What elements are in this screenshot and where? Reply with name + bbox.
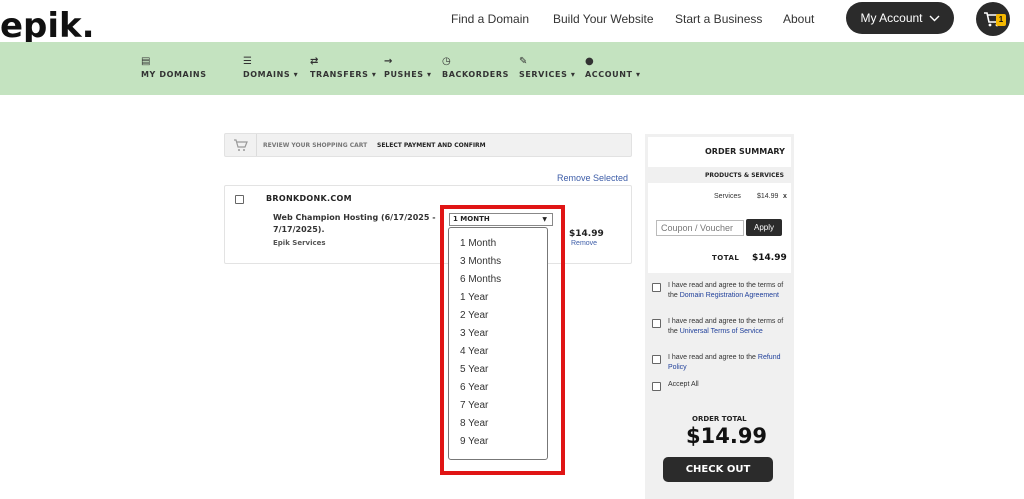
agree-refund-policy-text: I have read and agree to the Refund Poli… bbox=[668, 353, 784, 373]
domain-registration-agreement-link[interactable]: Domain Registration Agreement bbox=[680, 292, 779, 299]
cart-count-badge: 1 bbox=[996, 14, 1006, 26]
summary-line-remove[interactable]: x bbox=[783, 193, 787, 200]
product-category: Epik Services bbox=[273, 239, 326, 247]
nav-start-business[interactable]: Start a Business bbox=[675, 12, 762, 26]
nav-services[interactable]: ✎ SERVICES ▾ bbox=[519, 56, 575, 79]
total-value: $14.99 bbox=[752, 253, 787, 263]
breadcrumb-separator bbox=[256, 134, 257, 156]
my-account-button[interactable]: My Account bbox=[846, 2, 954, 34]
summary-line-price: $14.99 bbox=[757, 193, 779, 200]
agree-terms-of-service-checkbox[interactable] bbox=[652, 319, 661, 328]
nav-transfers[interactable]: ⇄ TRANSFERS ▾ bbox=[310, 56, 377, 79]
checkout-breadcrumb: REVIEW YOUR SHOPPING CART SELECT PAYMENT… bbox=[224, 133, 632, 157]
nav-backorders-label: BACKORDERS bbox=[442, 70, 509, 79]
universal-terms-link[interactable]: Universal Terms of Service bbox=[680, 328, 763, 335]
checkout-button[interactable]: CHECK OUT bbox=[663, 457, 773, 482]
coupon-input[interactable]: Coupon / Voucher bbox=[656, 220, 744, 236]
nav-services-label: SERVICES ▾ bbox=[519, 70, 576, 79]
nav-build-website[interactable]: Build Your Website bbox=[553, 12, 654, 26]
wrench-icon: ✎ bbox=[519, 56, 528, 67]
agree-text: I have read and agree to the bbox=[668, 354, 758, 361]
breadcrumb-step-payment: SELECT PAYMENT AND CONFIRM bbox=[377, 142, 486, 149]
nav-domains-label: DOMAINS ▾ bbox=[243, 70, 299, 79]
remove-selected-link[interactable]: Remove Selected bbox=[557, 173, 628, 183]
agree-terms-of-service-text: I have read and agree to the terms of th… bbox=[668, 317, 784, 337]
my-account-label: My Account bbox=[860, 11, 923, 25]
browser-icon: ▤ bbox=[141, 56, 152, 67]
select-item-checkbox[interactable] bbox=[235, 195, 244, 204]
arrow-right-icon: → bbox=[384, 56, 393, 67]
order-summary-title: ORDER SUMMARY bbox=[705, 147, 785, 156]
agree-refund-policy-checkbox[interactable] bbox=[652, 355, 661, 364]
nav-pushes-label: PUSHES ▾ bbox=[384, 70, 432, 79]
nav-about[interactable]: About bbox=[783, 12, 814, 26]
domain-name: BRONKDONK.COM bbox=[266, 194, 352, 203]
item-remove-link[interactable]: Remove bbox=[571, 240, 597, 247]
nav-my-domains-label: MY DOMAINS bbox=[141, 70, 207, 79]
nav-my-domains[interactable]: ▤ MY DOMAINS bbox=[141, 56, 207, 79]
order-total-value: $14.99 bbox=[686, 424, 768, 448]
swap-arrows-icon: ⇄ bbox=[310, 56, 319, 67]
apply-coupon-button[interactable]: Apply bbox=[746, 219, 782, 236]
nav-account-label: ACCOUNT ▾ bbox=[585, 70, 641, 79]
total-label: TOTAL bbox=[712, 254, 740, 262]
agree-domain-registration-text: I have read and agree to the terms of th… bbox=[668, 281, 784, 301]
summary-line-label: Services bbox=[714, 193, 741, 200]
cart-icon bbox=[234, 139, 248, 151]
epik-logo[interactable]: epik. bbox=[0, 6, 95, 46]
nav-account[interactable]: ● ACCOUNT ▾ bbox=[585, 56, 641, 79]
cart-button[interactable]: 1 bbox=[976, 2, 1010, 36]
accept-all-checkbox[interactable] bbox=[652, 382, 661, 391]
highlight-box bbox=[440, 205, 565, 475]
product-name: Web Champion Hosting (6/17/2025 - 7/17/2… bbox=[273, 213, 436, 234]
accept-all-label: Accept All bbox=[668, 381, 699, 388]
nav-transfers-label: TRANSFERS ▾ bbox=[310, 70, 377, 79]
nav-domains[interactable]: ☰ DOMAINS ▾ bbox=[243, 56, 298, 79]
clock-icon: ◷ bbox=[442, 56, 452, 67]
breadcrumb-step-review[interactable]: REVIEW YOUR SHOPPING CART bbox=[263, 142, 367, 149]
products-services-heading: PRODUCTS & SERVICES bbox=[705, 172, 784, 179]
nav-backorders[interactable]: ◷ BACKORDERS bbox=[442, 56, 509, 79]
user-icon: ● bbox=[585, 56, 595, 67]
order-total-label: ORDER TOTAL bbox=[692, 415, 747, 423]
agree-domain-registration-checkbox[interactable] bbox=[652, 283, 661, 292]
list-icon: ☰ bbox=[243, 56, 253, 67]
nav-pushes[interactable]: → PUSHES ▾ bbox=[384, 56, 432, 79]
chevron-down-icon bbox=[929, 15, 940, 21]
item-price: $14.99 bbox=[569, 229, 604, 239]
nav-find-domain[interactable]: Find a Domain bbox=[451, 12, 529, 26]
